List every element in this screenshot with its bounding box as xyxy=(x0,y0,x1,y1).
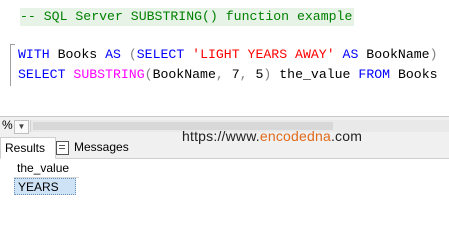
cte-name: Books xyxy=(57,47,98,62)
code-outline-marker xyxy=(10,44,15,86)
open-paren-fn: ( xyxy=(144,67,153,82)
argument-start: 7 xyxy=(231,67,240,82)
comment-line: -- SQL Server SUBSTRING() function examp… xyxy=(20,8,355,26)
table-name: Books xyxy=(397,67,438,82)
result-cell[interactable]: YEARS xyxy=(14,178,76,195)
site-watermark: https://www.encodedna.com xyxy=(182,128,362,144)
column-alias: BookName xyxy=(366,47,430,62)
query-editor[interactable]: -- SQL Server SUBSTRING() function examp… xyxy=(0,0,449,116)
close-paren: ) xyxy=(429,47,438,62)
zoom-label: % xyxy=(2,118,13,132)
tab-messages-label: Messages xyxy=(74,140,129,154)
argument-column: BookName xyxy=(152,67,216,82)
select-line: SELECT SUBSTRING(BookName, 7, 5) the_val… xyxy=(18,66,438,84)
tab-messages[interactable]: Messages xyxy=(54,137,134,157)
comma-2: , xyxy=(239,67,248,82)
comma-1: , xyxy=(215,67,224,82)
watermark-prefix: https://www. xyxy=(182,128,260,144)
close-paren-fn: ) xyxy=(263,67,272,82)
function-substring: SUBSTRING xyxy=(73,67,145,82)
column-header[interactable]: the_value xyxy=(14,160,79,178)
tab-results[interactable]: Results xyxy=(0,137,56,159)
keyword-select-main: SELECT xyxy=(18,67,66,82)
keyword-select: SELECT xyxy=(136,47,185,62)
with-clause-line: WITH Books AS (SELECT 'LIGHT YEARS AWAY'… xyxy=(18,46,438,64)
zoom-dropdown[interactable]: ▼ xyxy=(14,120,29,134)
results-pane: Results Messages the_value YEARS xyxy=(0,134,449,202)
result-alias: the_value xyxy=(279,67,351,82)
messages-icon xyxy=(56,141,69,155)
keyword-as: AS xyxy=(105,47,121,62)
string-literal: 'LIGHT YEARS AWAY' xyxy=(192,47,335,62)
watermark-brand: encodedna xyxy=(259,128,331,144)
keyword-from: FROM xyxy=(358,67,391,82)
watermark-suffix: .com xyxy=(330,128,363,144)
keyword-with: WITH xyxy=(18,47,50,62)
open-paren: ( xyxy=(128,47,137,62)
keyword-as-alias: AS xyxy=(342,47,359,62)
